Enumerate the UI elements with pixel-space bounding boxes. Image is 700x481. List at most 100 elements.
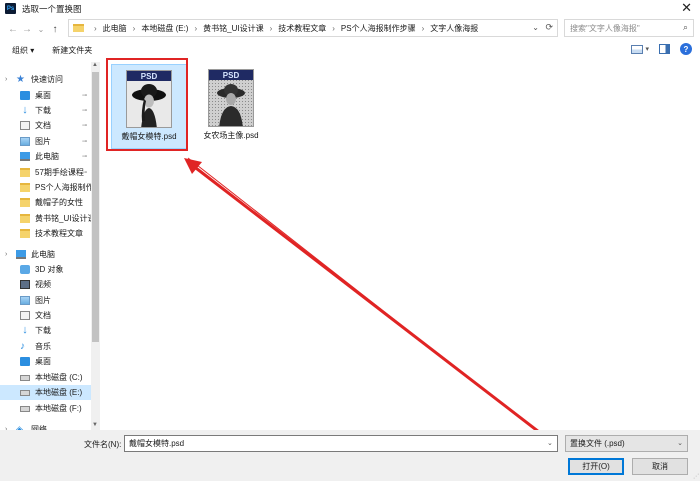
sidebar-item[interactable]: 图片 ⊸	[0, 134, 91, 149]
help-icon[interactable]: ?	[680, 43, 692, 55]
scroll-down-icon[interactable]: ▼	[92, 422, 98, 428]
expand-chevron-icon[interactable]: ›	[5, 76, 7, 83]
folder-icon	[20, 183, 30, 192]
up-arrow-icon[interactable]: ↑	[48, 24, 62, 35]
pictures-icon	[20, 296, 30, 305]
sidebar-item[interactable]: 桌面 ⊸	[0, 88, 91, 103]
folder-icon	[20, 168, 30, 177]
pin-icon: ⊸	[81, 93, 87, 99]
address-bar[interactable]: › 此电脑 › 本地磁盘 (E:) › 黄书铭_UI设计课 › 技术教程文章 › PS个人海报制…	[68, 19, 558, 37]
sidebar-item[interactable]: › ◈ 网络	[0, 422, 91, 431]
view-options-dropdown-icon[interactable]: ▾	[645, 45, 649, 53]
pictures-icon	[20, 137, 30, 146]
breadcrumb-separator[interactable]: ›	[332, 24, 335, 33]
forward-arrow-icon[interactable]: →	[20, 24, 34, 35]
command-toolbar: 组织 ▾ 新建文件夹 ▾ ?	[0, 41, 700, 59]
filetype-select[interactable]: 置换文件 (.psd) ⌄	[565, 435, 688, 452]
sidebar-item-label: 桌面	[35, 357, 51, 366]
file-name: 女农场主像.psd	[203, 131, 259, 140]
breadcrumb-separator: ›	[94, 23, 97, 33]
sidebar-item[interactable]: 桌面	[0, 354, 91, 369]
breadcrumb-item[interactable]: 本地磁盘 (E:)	[141, 23, 188, 34]
filename-input[interactable]: 戴帽女模特.psd	[124, 435, 558, 452]
sidebar-item[interactable]: › ★ 快速访问	[0, 72, 91, 87]
sidebar-item[interactable]: ♪ 音乐	[0, 339, 91, 354]
sidebar-item[interactable]: 3D 对象	[0, 262, 91, 277]
pin-icon: ⊸	[81, 139, 87, 145]
sidebar-item[interactable]: 此电脑 ⊸	[0, 149, 91, 164]
sidebar-item-label: 视频	[35, 280, 51, 289]
breadcrumb-separator[interactable]: ›	[422, 24, 425, 33]
breadcrumb-item[interactable]: 此电脑	[103, 23, 127, 34]
sidebar-item-label: 图片	[35, 296, 51, 305]
new-folder-button[interactable]: 新建文件夹	[52, 45, 92, 56]
sidebar-item[interactable]: › 此电脑	[0, 247, 91, 262]
organize-button[interactable]: 组织 ▾	[12, 45, 34, 56]
breadcrumb-separator[interactable]: ›	[194, 24, 197, 33]
sidebar-item-label: 此电脑	[31, 250, 55, 259]
sidebar-item[interactable]: 本地磁盘 (C:)	[0, 370, 91, 385]
sidebar-item[interactable]: 视频	[0, 277, 91, 292]
search-placeholder: 搜索"文字人像海报"	[570, 23, 640, 33]
dialog-footer: 文件名(N): 戴帽女模特.psd ⌄ 置换文件 (.psd) ⌄ 打开(O) …	[0, 430, 700, 481]
close-icon[interactable]: ✕	[681, 1, 692, 15]
sidebar-item-label: 下载	[35, 326, 51, 335]
sidebar-item-label: 图片	[35, 137, 51, 146]
refresh-icon[interactable]: ⟳	[545, 22, 553, 33]
file-item-nv-nong-chang-zhu-xiang[interactable]: PSD 女农场主像.psd	[193, 64, 269, 149]
drive-icon	[20, 389, 30, 396]
filename-value: 戴帽女模特.psd	[129, 439, 185, 448]
sidebar-item[interactable]: 黄书铭_UI设计课	[0, 211, 95, 226]
sidebar-item-label: 本地磁盘 (F:)	[35, 404, 82, 413]
sidebar-item-label: 下载	[35, 106, 51, 115]
breadcrumb-item[interactable]: 黄书铭_UI设计课	[203, 23, 263, 34]
back-arrow-icon[interactable]: ←	[6, 24, 20, 35]
3d-objects-icon	[20, 265, 30, 274]
sidebar-item[interactable]: ↓ 下载	[0, 323, 91, 338]
drive-icon	[20, 374, 30, 381]
sidebar-item-label: 桌面	[35, 91, 51, 100]
expand-chevron-icon[interactable]: ›	[5, 251, 7, 258]
sidebar-item[interactable]: 戴帽子的女性	[0, 195, 91, 210]
filename-dropdown-icon[interactable]: ⌄	[547, 439, 553, 447]
chevron-down-icon: ⌄	[677, 440, 683, 447]
change-view-icon[interactable]	[631, 44, 644, 54]
resize-grip-icon[interactable]: ⋰	[693, 473, 699, 480]
sidebar-item[interactable]: 文档 ⊸	[0, 118, 91, 133]
address-dropdown-icon[interactable]: ⌄	[532, 23, 539, 32]
folder-icon	[73, 24, 84, 32]
scroll-up-icon[interactable]: ▲	[92, 62, 98, 68]
recent-locations-chevron-icon[interactable]: ⌄	[34, 25, 48, 34]
music-icon: ♪	[20, 341, 25, 352]
sidebar-item[interactable]: 本地磁盘 (E:)	[0, 385, 91, 400]
search-input[interactable]: 搜索"文字人像海报" ⌕	[564, 19, 694, 37]
navigation-pane: ›★快速访问桌面⊸↓下载⊸文档⊸图片⊸此电脑⊸57期手绘课程⊸PS个人海报制作步…	[0, 62, 100, 430]
sidebar-item-label: 本地磁盘 (E:)	[35, 388, 83, 397]
sidebar-item[interactable]: 技术教程文章	[0, 226, 91, 241]
filetype-value: 置换文件 (.psd)	[570, 439, 625, 448]
sidebar-item[interactable]: PS个人海报制作步骤	[0, 180, 100, 195]
video-icon	[20, 280, 30, 289]
desktop-icon	[20, 91, 30, 100]
window-title: 选取一个置换图	[22, 3, 82, 14]
breadcrumb-item[interactable]: 文字人像海报	[430, 23, 478, 34]
sidebar-item[interactable]: 57期手绘课程 ⊸	[0, 165, 91, 180]
title-bar: Ps 选取一个置换图 ✕	[0, 0, 700, 17]
search-icon[interactable]: ⌕	[683, 22, 688, 33]
preview-pane-icon[interactable]	[659, 44, 670, 54]
sidebar-item[interactable]: 本地磁盘 (F:)	[0, 401, 91, 416]
pin-icon: ⊸	[81, 170, 87, 176]
breadcrumb-separator[interactable]: ›	[270, 24, 273, 33]
breadcrumb-separator[interactable]: ›	[133, 24, 136, 33]
sidebar-scrollbar-thumb[interactable]	[92, 72, 99, 342]
sidebar-item-label: 黄书铭_UI设计课	[35, 214, 96, 223]
sidebar-item[interactable]: 文档	[0, 308, 91, 323]
breadcrumb-item[interactable]: 技术教程文章	[278, 23, 326, 34]
sidebar-item-label: 戴帽子的女性	[35, 198, 83, 207]
psd-badge: PSD	[209, 70, 253, 80]
breadcrumb-item[interactable]: PS个人海报制作步骤	[341, 23, 416, 34]
sidebar-item[interactable]: ↓ 下载 ⊸	[0, 103, 91, 118]
open-button[interactable]: 打开(O)	[568, 458, 624, 475]
cancel-button[interactable]: 取消	[632, 458, 688, 475]
sidebar-item[interactable]: 图片	[0, 293, 91, 308]
